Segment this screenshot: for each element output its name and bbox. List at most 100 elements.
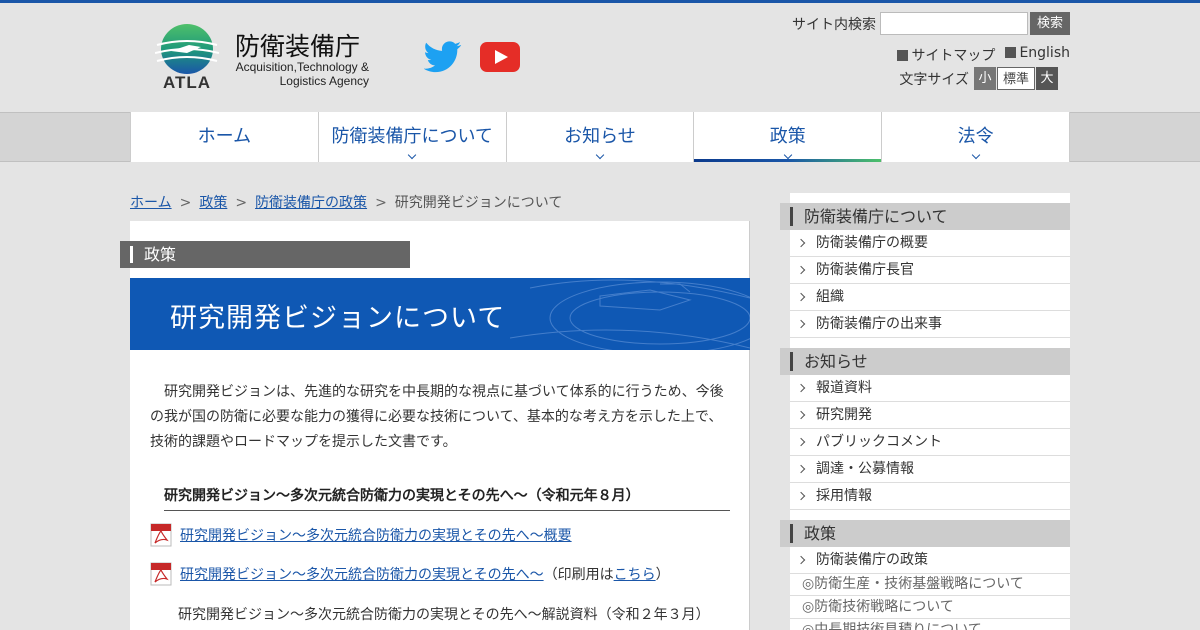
font-size-label: 文字サイズ — [899, 71, 969, 88]
chevron-right-icon — [796, 555, 806, 565]
globe-logo-icon — [155, 24, 219, 74]
chevron-right-icon — [796, 464, 806, 474]
agency-name-ja: 防衛装備庁 — [235, 32, 361, 61]
sidebar-item-label: 組織 — [816, 289, 844, 305]
explanatory-material: 研究開発ビジョン～多次元統合防衛力の実現とその先へ～解説資料（令和２年３月） — [178, 607, 710, 623]
square-bullet-icon — [1005, 47, 1017, 58]
section-label: 政策 — [120, 241, 410, 268]
document-link-full: 研究開発ビジョン～多次元統合防衛力の実現とその先へ～ （印刷用は こちら） — [150, 562, 670, 586]
pdf-icon — [150, 523, 172, 547]
sidebar-item-public-comment[interactable]: パブリックコメント — [790, 429, 1070, 456]
sidebar-item-label: 防衛装備庁長官 — [816, 262, 914, 278]
sub-heading: 研究開発ビジョン～多次元統合防衛力の実現とその先へ～（令和元年８月） — [164, 485, 730, 511]
sidebar-item-label: 防衛装備庁の概要 — [816, 235, 928, 251]
chevron-right-icon — [796, 292, 806, 302]
nav-policy-label: 政策 — [769, 126, 806, 147]
chevron-right-icon — [796, 491, 806, 501]
font-size-medium-button[interactable]: 標準 — [997, 67, 1035, 90]
sidebar-item-commissioner[interactable]: 防衛装備庁長官 — [790, 257, 1070, 284]
english-label: English — [1019, 45, 1070, 61]
page-title-banner: 研究開発ビジョンについて — [130, 278, 750, 350]
page-title: 研究開発ビジョンについて — [170, 303, 506, 334]
document-link-summary: 研究開発ビジョン～多次元統合防衛力の実現とその先へ～概要 — [150, 523, 572, 547]
english-link[interactable]: English — [1005, 45, 1070, 65]
global-nav: ホーム 防衛装備庁について お知らせ 政策 法令 — [130, 112, 1070, 162]
sidebar-item-label: 採用情報 — [816, 488, 872, 504]
breadcrumb-home[interactable]: ホーム — [130, 195, 172, 211]
sidebar-item-label: 防衛装備庁の政策 — [816, 552, 928, 568]
chevron-down-icon — [595, 150, 605, 160]
sidebar-subitem-tech-estimate[interactable]: ◎中長期技術見積りについて — [790, 619, 1070, 630]
nav-law-label: 法令 — [957, 126, 994, 147]
sidebar-subitem-industrial-strategy[interactable]: ◎防衛生産・技術基盤戦略について — [790, 573, 1070, 596]
agency-name-en: Acquisition,Technology & Logistics Agenc… — [235, 60, 369, 88]
sidebar-item-label: 調達・公募情報 — [816, 461, 914, 477]
nav-news-label: お知らせ — [564, 126, 636, 147]
sitemap-label: サイトマップ — [911, 48, 996, 64]
sidebar-heading-policy: 政策 — [780, 520, 1070, 547]
breadcrumb-agency-policy[interactable]: 防衛装備庁の政策 — [255, 195, 367, 211]
nav-about-label: 防衛装備庁について — [331, 126, 493, 147]
sidebar: 防衛装備庁について 防衛装備庁の概要 防衛装備庁長官 組織 防衛装備庁の出来事 … — [780, 193, 1070, 630]
chevron-right-icon — [796, 265, 806, 275]
main-content: 政策 研究開発ビジョンについて 研究開発ビジョンは、先進的な研究を中長期的な視点… — [120, 221, 750, 630]
sidebar-item-procurement[interactable]: 調達・公募情報 — [790, 456, 1070, 483]
chevron-right-icon — [796, 238, 806, 248]
breadcrumb-policy[interactable]: 政策 — [199, 195, 227, 211]
site-header: ATLA 防衛装備庁 Acquisition,Technology & Logi… — [0, 3, 1200, 112]
search-button[interactable]: 検索 — [1030, 12, 1070, 35]
sidebar-item-rnd[interactable]: 研究開発 — [790, 402, 1070, 429]
chevron-down-icon — [971, 150, 980, 160]
logo-acronym: ATLA — [163, 73, 212, 92]
breadcrumb-separator: > — [375, 195, 387, 211]
nav-law[interactable]: 法令 — [882, 112, 1070, 162]
nav-home[interactable]: ホーム — [130, 112, 319, 162]
sidebar-item-label: 報道資料 — [816, 380, 872, 396]
summary-pdf-link[interactable]: 研究開発ビジョン～多次元統合防衛力の実現とその先へ～概要 — [180, 525, 572, 545]
sidebar-item-recruit[interactable]: 採用情報 — [790, 483, 1070, 510]
chevron-right-icon — [796, 437, 806, 447]
sidebar-heading-news: お知らせ — [780, 348, 1070, 375]
sidebar-heading-about: 防衛装備庁について — [780, 203, 1070, 230]
agency-name-en-line1: Acquisition,Technology & — [235, 60, 369, 74]
youtube-icon[interactable] — [479, 41, 521, 73]
font-size-switcher: 文字サイズ 小 標準 大 — [899, 67, 1058, 90]
nav-policy[interactable]: 政策 — [694, 112, 883, 162]
site-search: サイト内検索 検索 — [792, 12, 1070, 35]
sidebar-item-events[interactable]: 防衛装備庁の出来事 — [790, 311, 1070, 338]
chevron-right-icon — [796, 383, 806, 393]
breadcrumb-separator: > — [179, 195, 192, 211]
intro-text: 研究開発ビジョンは、先進的な研究を中長期的な視点に基づいて体系的に行うため、今後… — [150, 384, 724, 450]
twitter-icon[interactable] — [424, 41, 462, 73]
print-version-link[interactable]: こちら — [614, 564, 656, 584]
nav-about[interactable]: 防衛装備庁について — [319, 112, 507, 162]
sidebar-item-press[interactable]: 報道資料 — [790, 375, 1070, 402]
sidebar-item-label: 研究開発 — [816, 407, 872, 423]
sitemap-link[interactable]: サイトマップ — [897, 45, 995, 65]
chevron-down-icon — [407, 150, 417, 160]
search-input[interactable] — [880, 12, 1028, 35]
agency-name-en-line2: Logistics Agency — [279, 74, 369, 88]
sidebar-item-label: パブリックコメント — [816, 434, 942, 450]
print-prefix: （印刷用は — [543, 567, 614, 583]
pdf-icon — [150, 562, 172, 586]
chevron-right-icon — [796, 319, 806, 329]
font-size-large-button[interactable]: 大 — [1036, 67, 1058, 90]
sidebar-item-organization[interactable]: 組織 — [790, 284, 1070, 311]
agency-logo[interactable]: ATLA 防衛装備庁 Acquisition,Technology & Logi… — [155, 23, 385, 95]
sidebar-item-agency-policy[interactable]: 防衛装備庁の政策 — [790, 547, 1070, 574]
chevron-right-icon — [796, 410, 806, 420]
breadcrumb: ホーム > 政策 > 防衛装備庁の政策 > 研究開発ビジョンについて — [130, 192, 562, 212]
sidebar-item-label: 防衛装備庁の出来事 — [816, 316, 942, 332]
font-size-small-button[interactable]: 小 — [974, 67, 996, 90]
banner-decoration-icon — [510, 279, 750, 350]
breadcrumb-current: 研究開発ビジョンについて — [394, 195, 563, 211]
nav-home-label: ホーム — [197, 126, 252, 147]
sidebar-subitem-tech-strategy[interactable]: ◎防衛技術戦略について — [790, 596, 1070, 619]
full-pdf-link[interactable]: 研究開発ビジョン～多次元統合防衛力の実現とその先へ～ — [180, 564, 544, 584]
square-bullet-icon — [897, 50, 909, 61]
nav-news[interactable]: お知らせ — [507, 112, 695, 162]
breadcrumb-separator: > — [235, 195, 248, 211]
chevron-down-icon — [783, 150, 793, 160]
sidebar-item-overview[interactable]: 防衛装備庁の概要 — [790, 230, 1070, 257]
